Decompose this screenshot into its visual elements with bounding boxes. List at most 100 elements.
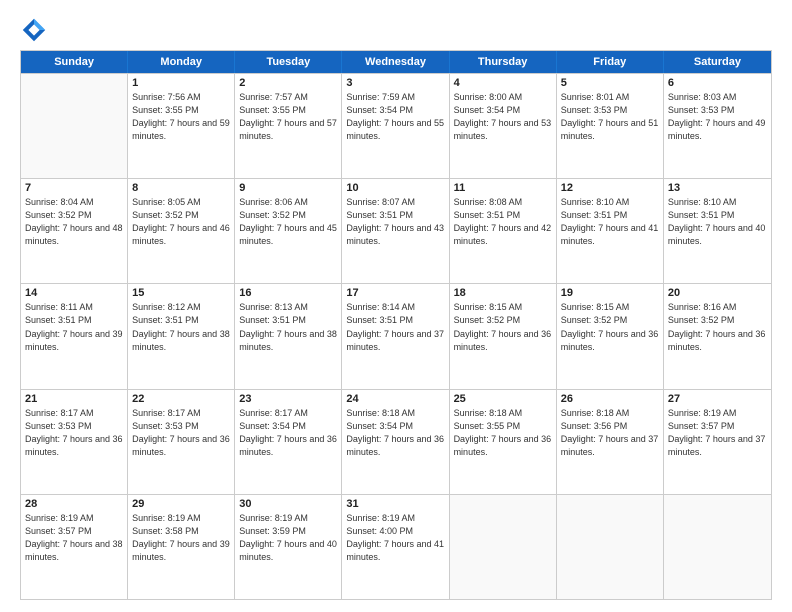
day-number: 21	[25, 393, 123, 405]
calendar-cell: 21 Sunrise: 8:17 AM Sunset: 3:53 PM Dayli…	[21, 390, 128, 494]
day-info: Sunrise: 8:19 AM Sunset: 4:00 PM Dayligh…	[346, 512, 444, 564]
calendar-cell: 24 Sunrise: 8:18 AM Sunset: 3:54 PM Dayli…	[342, 390, 449, 494]
calendar-cell: 10 Sunrise: 8:07 AM Sunset: 3:51 PM Dayli…	[342, 179, 449, 283]
day-info: Sunrise: 8:19 AM Sunset: 3:57 PM Dayligh…	[25, 512, 123, 564]
calendar-cell: 14Sunrise: 8:11 AM Sunset: 3:51 PM Dayli…	[21, 284, 128, 388]
day-number: 5	[561, 77, 659, 89]
week-row-2: 7 Sunrise: 8:04 AM Sunset: 3:52 PM Daylig…	[21, 178, 771, 283]
day-number: 12	[561, 182, 659, 194]
calendar-cell: 29 Sunrise: 8:19 AM Sunset: 3:58 PM Dayli…	[128, 495, 235, 599]
calendar-page: SundayMondayTuesdayWednesdayThursdayFrid…	[0, 0, 792, 612]
logo	[20, 16, 52, 44]
day-number: 7	[25, 182, 123, 194]
day-info: Sunrise: 8:15 AM Sunset: 3:52 PM Dayligh…	[561, 301, 659, 353]
day-number: 16	[239, 287, 337, 299]
calendar-cell: 26 Sunrise: 8:18 AM Sunset: 3:56 PM Dayli…	[557, 390, 664, 494]
day-number: 4	[454, 77, 552, 89]
week-row-3: 14Sunrise: 8:11 AM Sunset: 3:51 PM Dayli…	[21, 283, 771, 388]
day-info: Sunrise: 8:16 AM Sunset: 3:52 PM Dayligh…	[668, 301, 767, 353]
day-info: Sunrise: 7:57 AM Sunset: 3:55 PM Dayligh…	[239, 91, 337, 143]
day-info: Sunrise: 7:59 AM Sunset: 3:54 PM Dayligh…	[346, 91, 444, 143]
calendar-cell: 7 Sunrise: 8:04 AM Sunset: 3:52 PM Daylig…	[21, 179, 128, 283]
day-info: Sunrise: 8:19 AM Sunset: 3:59 PM Dayligh…	[239, 512, 337, 564]
day-info: Sunrise: 8:15 AM Sunset: 3:52 PM Dayligh…	[454, 301, 552, 353]
calendar-cell: 1Sunrise: 7:56 AM Sunset: 3:55 PM Daylig…	[128, 74, 235, 178]
calendar-cell: 19 Sunrise: 8:15 AM Sunset: 3:52 PM Dayli…	[557, 284, 664, 388]
day-info: Sunrise: 8:18 AM Sunset: 3:56 PM Dayligh…	[561, 407, 659, 459]
day-number: 31	[346, 498, 444, 510]
calendar-cell: 31 Sunrise: 8:19 AM Sunset: 4:00 PM Dayli…	[342, 495, 449, 599]
day-info: Sunrise: 8:03 AM Sunset: 3:53 PM Dayligh…	[668, 91, 767, 143]
calendar-cell: 27 Sunrise: 8:19 AM Sunset: 3:57 PM Dayli…	[664, 390, 771, 494]
calendar-cell: 28 Sunrise: 8:19 AM Sunset: 3:57 PM Dayli…	[21, 495, 128, 599]
day-number: 9	[239, 182, 337, 194]
day-info: Sunrise: 8:07 AM Sunset: 3:51 PM Dayligh…	[346, 196, 444, 248]
day-info: Sunrise: 7:56 AM Sunset: 3:55 PM Dayligh…	[132, 91, 230, 143]
calendar-header: SundayMondayTuesdayWednesdayThursdayFrid…	[21, 51, 771, 73]
day-info: Sunrise: 8:05 AM Sunset: 3:52 PM Dayligh…	[132, 196, 230, 248]
day-number: 19	[561, 287, 659, 299]
day-number: 24	[346, 393, 444, 405]
day-number: 18	[454, 287, 552, 299]
day-number: 8	[132, 182, 230, 194]
day-number: 10	[346, 182, 444, 194]
day-info: Sunrise: 8:19 AM Sunset: 3:58 PM Dayligh…	[132, 512, 230, 564]
day-number: 14	[25, 287, 123, 299]
weekday-header: Thursday	[450, 51, 557, 73]
day-number: 23	[239, 393, 337, 405]
calendar-cell: 30 Sunrise: 8:19 AM Sunset: 3:59 PM Dayli…	[235, 495, 342, 599]
weekday-header: Saturday	[664, 51, 771, 73]
calendar-cell: 17 Sunrise: 8:14 AM Sunset: 3:51 PM Dayli…	[342, 284, 449, 388]
day-info: Sunrise: 8:04 AM Sunset: 3:52 PM Dayligh…	[25, 196, 123, 248]
day-number: 11	[454, 182, 552, 194]
header	[20, 16, 772, 44]
day-info: Sunrise: 8:10 AM Sunset: 3:51 PM Dayligh…	[668, 196, 767, 248]
calendar-cell: 23 Sunrise: 8:17 AM Sunset: 3:54 PM Dayli…	[235, 390, 342, 494]
weekday-header: Monday	[128, 51, 235, 73]
day-number: 22	[132, 393, 230, 405]
day-number: 13	[668, 182, 767, 194]
day-number: 25	[454, 393, 552, 405]
calendar-cell: 11Sunrise: 8:08 AM Sunset: 3:51 PM Dayli…	[450, 179, 557, 283]
day-number: 27	[668, 393, 767, 405]
calendar-cell: 9Sunrise: 8:06 AM Sunset: 3:52 PM Daylig…	[235, 179, 342, 283]
day-number: 30	[239, 498, 337, 510]
day-number: 20	[668, 287, 767, 299]
calendar-cell: 13 Sunrise: 8:10 AM Sunset: 3:51 PM Dayli…	[664, 179, 771, 283]
weekday-header: Friday	[557, 51, 664, 73]
day-info: Sunrise: 8:10 AM Sunset: 3:51 PM Dayligh…	[561, 196, 659, 248]
day-info: Sunrise: 8:18 AM Sunset: 3:55 PM Dayligh…	[454, 407, 552, 459]
logo-icon	[20, 16, 48, 44]
day-number: 6	[668, 77, 767, 89]
day-number: 15	[132, 287, 230, 299]
day-info: Sunrise: 8:13 AM Sunset: 3:51 PM Dayligh…	[239, 301, 337, 353]
day-info: Sunrise: 8:12 AM Sunset: 3:51 PM Dayligh…	[132, 301, 230, 353]
day-info: Sunrise: 8:17 AM Sunset: 3:53 PM Dayligh…	[132, 407, 230, 459]
calendar-cell: 5 Sunrise: 8:01 AM Sunset: 3:53 PM Daylig…	[557, 74, 664, 178]
day-info: Sunrise: 8:17 AM Sunset: 3:54 PM Dayligh…	[239, 407, 337, 459]
calendar-cell: 15 Sunrise: 8:12 AM Sunset: 3:51 PM Dayli…	[128, 284, 235, 388]
day-number: 3	[346, 77, 444, 89]
day-info: Sunrise: 8:18 AM Sunset: 3:54 PM Dayligh…	[346, 407, 444, 459]
calendar-cell: 3 Sunrise: 7:59 AM Sunset: 3:54 PM Daylig…	[342, 74, 449, 178]
weekday-header: Tuesday	[235, 51, 342, 73]
calendar-cell	[557, 495, 664, 599]
day-info: Sunrise: 8:17 AM Sunset: 3:53 PM Dayligh…	[25, 407, 123, 459]
day-info: Sunrise: 8:01 AM Sunset: 3:53 PM Dayligh…	[561, 91, 659, 143]
day-info: Sunrise: 8:14 AM Sunset: 3:51 PM Dayligh…	[346, 301, 444, 353]
day-number: 28	[25, 498, 123, 510]
day-number: 2	[239, 77, 337, 89]
day-number: 26	[561, 393, 659, 405]
day-number: 29	[132, 498, 230, 510]
calendar-cell: 6 Sunrise: 8:03 AM Sunset: 3:53 PM Daylig…	[664, 74, 771, 178]
calendar-body: 1Sunrise: 7:56 AM Sunset: 3:55 PM Daylig…	[21, 73, 771, 599]
weekday-header: Wednesday	[342, 51, 449, 73]
day-info: Sunrise: 8:19 AM Sunset: 3:57 PM Dayligh…	[668, 407, 767, 459]
day-number: 17	[346, 287, 444, 299]
calendar-cell: 12 Sunrise: 8:10 AM Sunset: 3:51 PM Dayli…	[557, 179, 664, 283]
weekday-header: Sunday	[21, 51, 128, 73]
week-row-1: 1Sunrise: 7:56 AM Sunset: 3:55 PM Daylig…	[21, 73, 771, 178]
calendar-cell	[21, 74, 128, 178]
calendar-cell	[450, 495, 557, 599]
calendar-cell: 16 Sunrise: 8:13 AM Sunset: 3:51 PM Dayli…	[235, 284, 342, 388]
